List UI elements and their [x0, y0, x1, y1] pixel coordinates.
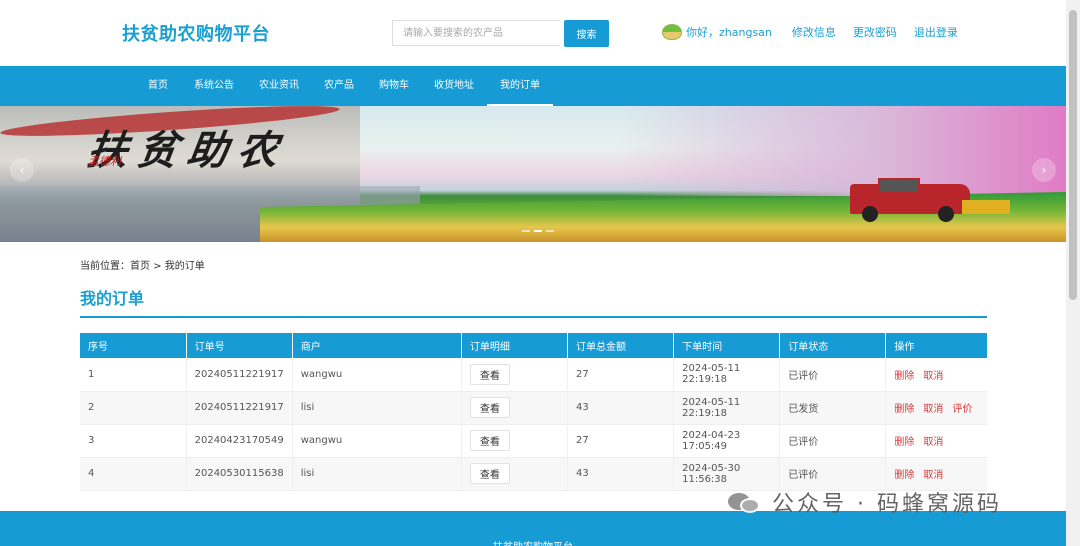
user-area: 你好，zhangsan 修改信息 更改密码 退出登录 [662, 22, 975, 42]
cell-no: 1 [80, 358, 187, 391]
carousel-dot[interactable] [546, 230, 554, 232]
cell-status: 已评价 [779, 424, 887, 457]
nav-item-products[interactable]: 农产品 [324, 66, 354, 106]
nav-item-announcements[interactable]: 系统公告 [194, 66, 234, 106]
review-link[interactable]: 评价 [952, 404, 972, 415]
table-row: 3 20240423170549 wangwu 查看 27 2024-04-23… [80, 424, 987, 457]
nav-item-address[interactable]: 收货地址 [434, 66, 474, 106]
table-row: 2 20240511221917 lisi 查看 43 2024-05-11 2… [80, 391, 987, 424]
scrollbar[interactable] [1066, 0, 1080, 546]
search-button[interactable]: 搜索 [564, 20, 609, 47]
cell-no: 4 [80, 457, 187, 490]
user-greeting: 你好，zhangsan [686, 26, 772, 39]
banner-seal: 孟德利 [88, 155, 121, 168]
logout-link[interactable]: 退出登录 [914, 24, 958, 40]
wechat-icon [728, 491, 762, 513]
cell-no: 3 [80, 424, 187, 457]
chevron-left-icon[interactable]: ‹ [10, 158, 34, 182]
cell-no: 2 [80, 391, 187, 424]
edit-info-link[interactable]: 修改信息 [792, 24, 836, 40]
col-header: 序号 [80, 333, 187, 358]
search-input[interactable] [392, 20, 560, 46]
nav-item-cart[interactable]: 购物车 [379, 66, 409, 106]
cell-time: 2024-05-11 22:19:18 [673, 391, 781, 424]
view-details-button[interactable]: 查看 [469, 463, 510, 484]
cell-order-id: 20240511221917 [186, 391, 293, 424]
top-header: 扶贫助农购物平台 搜索 你好，zhangsan 修改信息 更改密码 退出登录 [0, 0, 1066, 66]
carousel-dot[interactable] [522, 230, 530, 232]
cell-order-id: 20240530115638 [186, 457, 293, 490]
scrollbar-thumb[interactable] [1069, 10, 1077, 300]
col-header: 操作 [894, 342, 915, 353]
nav-item-my-orders[interactable]: 我的订单 [487, 66, 553, 106]
table-header-row: 序号 订单号 商户 订单明细 订单总金额 下单时间 订单状态 操作 [80, 333, 987, 358]
cell-time: 2024-04-23 17:05:49 [673, 424, 781, 457]
cancel-link[interactable]: 取消 [923, 404, 943, 415]
cell-amount: 27 [567, 358, 675, 391]
view-details-button[interactable]: 查看 [469, 430, 510, 451]
cancel-link[interactable]: 取消 [923, 470, 943, 481]
cancel-link[interactable]: 取消 [923, 437, 943, 448]
nav-item-home[interactable]: 首页 [148, 66, 168, 106]
cancel-link[interactable]: 取消 [923, 371, 943, 382]
col-header: 订单状态 [779, 333, 887, 358]
breadcrumb: 当前位置：首页 > 我的订单 [80, 261, 205, 272]
watermark: 公众号 · 码蜂窝源码 [728, 486, 1002, 518]
page-title: 我的订单 [80, 289, 145, 308]
cell-amount: 27 [567, 424, 675, 457]
delete-link[interactable]: 删除 [894, 371, 914, 382]
cell-merchant: wangwu [292, 358, 462, 391]
orders-table: 序号 订单号 商户 订单明细 订单总金额 下单时间 订单状态 操作 1 2024… [80, 333, 987, 491]
title-divider [80, 316, 987, 318]
col-header: 订单明细 [461, 333, 569, 358]
cell-order-id: 20240511221917 [186, 358, 293, 391]
table-row: 1 20240511221917 wangwu 查看 27 2024-05-11… [80, 358, 987, 391]
carousel-dot[interactable] [534, 230, 542, 232]
delete-link[interactable]: 删除 [894, 404, 914, 415]
cell-status: 已发货 [779, 391, 887, 424]
avatar-icon [662, 24, 682, 40]
carousel-dots [522, 230, 554, 232]
cell-merchant: lisi [292, 391, 462, 424]
col-header: 订单号 [186, 333, 293, 358]
cell-amount: 43 [567, 457, 675, 490]
nav-item-agri-news[interactable]: 农业资讯 [259, 66, 299, 106]
change-password-link[interactable]: 更改密码 [853, 24, 897, 40]
view-details-button[interactable]: 查看 [469, 397, 510, 418]
harvester-image [820, 178, 1010, 222]
site-logo[interactable]: 扶贫助农购物平台 [122, 20, 270, 46]
col-header: 下单时间 [673, 333, 781, 358]
main-nav: 首页 系统公告 农业资讯 农产品 购物车 收货地址 我的订单 [0, 66, 1066, 106]
chevron-right-icon[interactable]: › [1032, 158, 1056, 182]
cell-order-id: 20240423170549 [186, 424, 293, 457]
watermark-text: 公众号 · 码蜂窝源码 [772, 492, 1002, 517]
view-details-button[interactable]: 查看 [469, 363, 510, 385]
cell-merchant: wangwu [292, 424, 462, 457]
cell-status: 已评价 [779, 358, 887, 391]
footer-text: 扶贫助农购物平台 [0, 538, 1066, 546]
cell-time: 2024-05-11 22:19:18 [673, 358, 781, 391]
banner-carousel[interactable]: 扶贫助农 孟德利 [0, 106, 1066, 242]
delete-link[interactable]: 删除 [894, 470, 914, 481]
col-header: 订单总金额 [567, 333, 675, 358]
delete-link[interactable]: 删除 [894, 437, 914, 448]
cell-merchant: lisi [292, 457, 462, 490]
cell-amount: 43 [567, 391, 675, 424]
col-header: 商户 [292, 333, 462, 358]
